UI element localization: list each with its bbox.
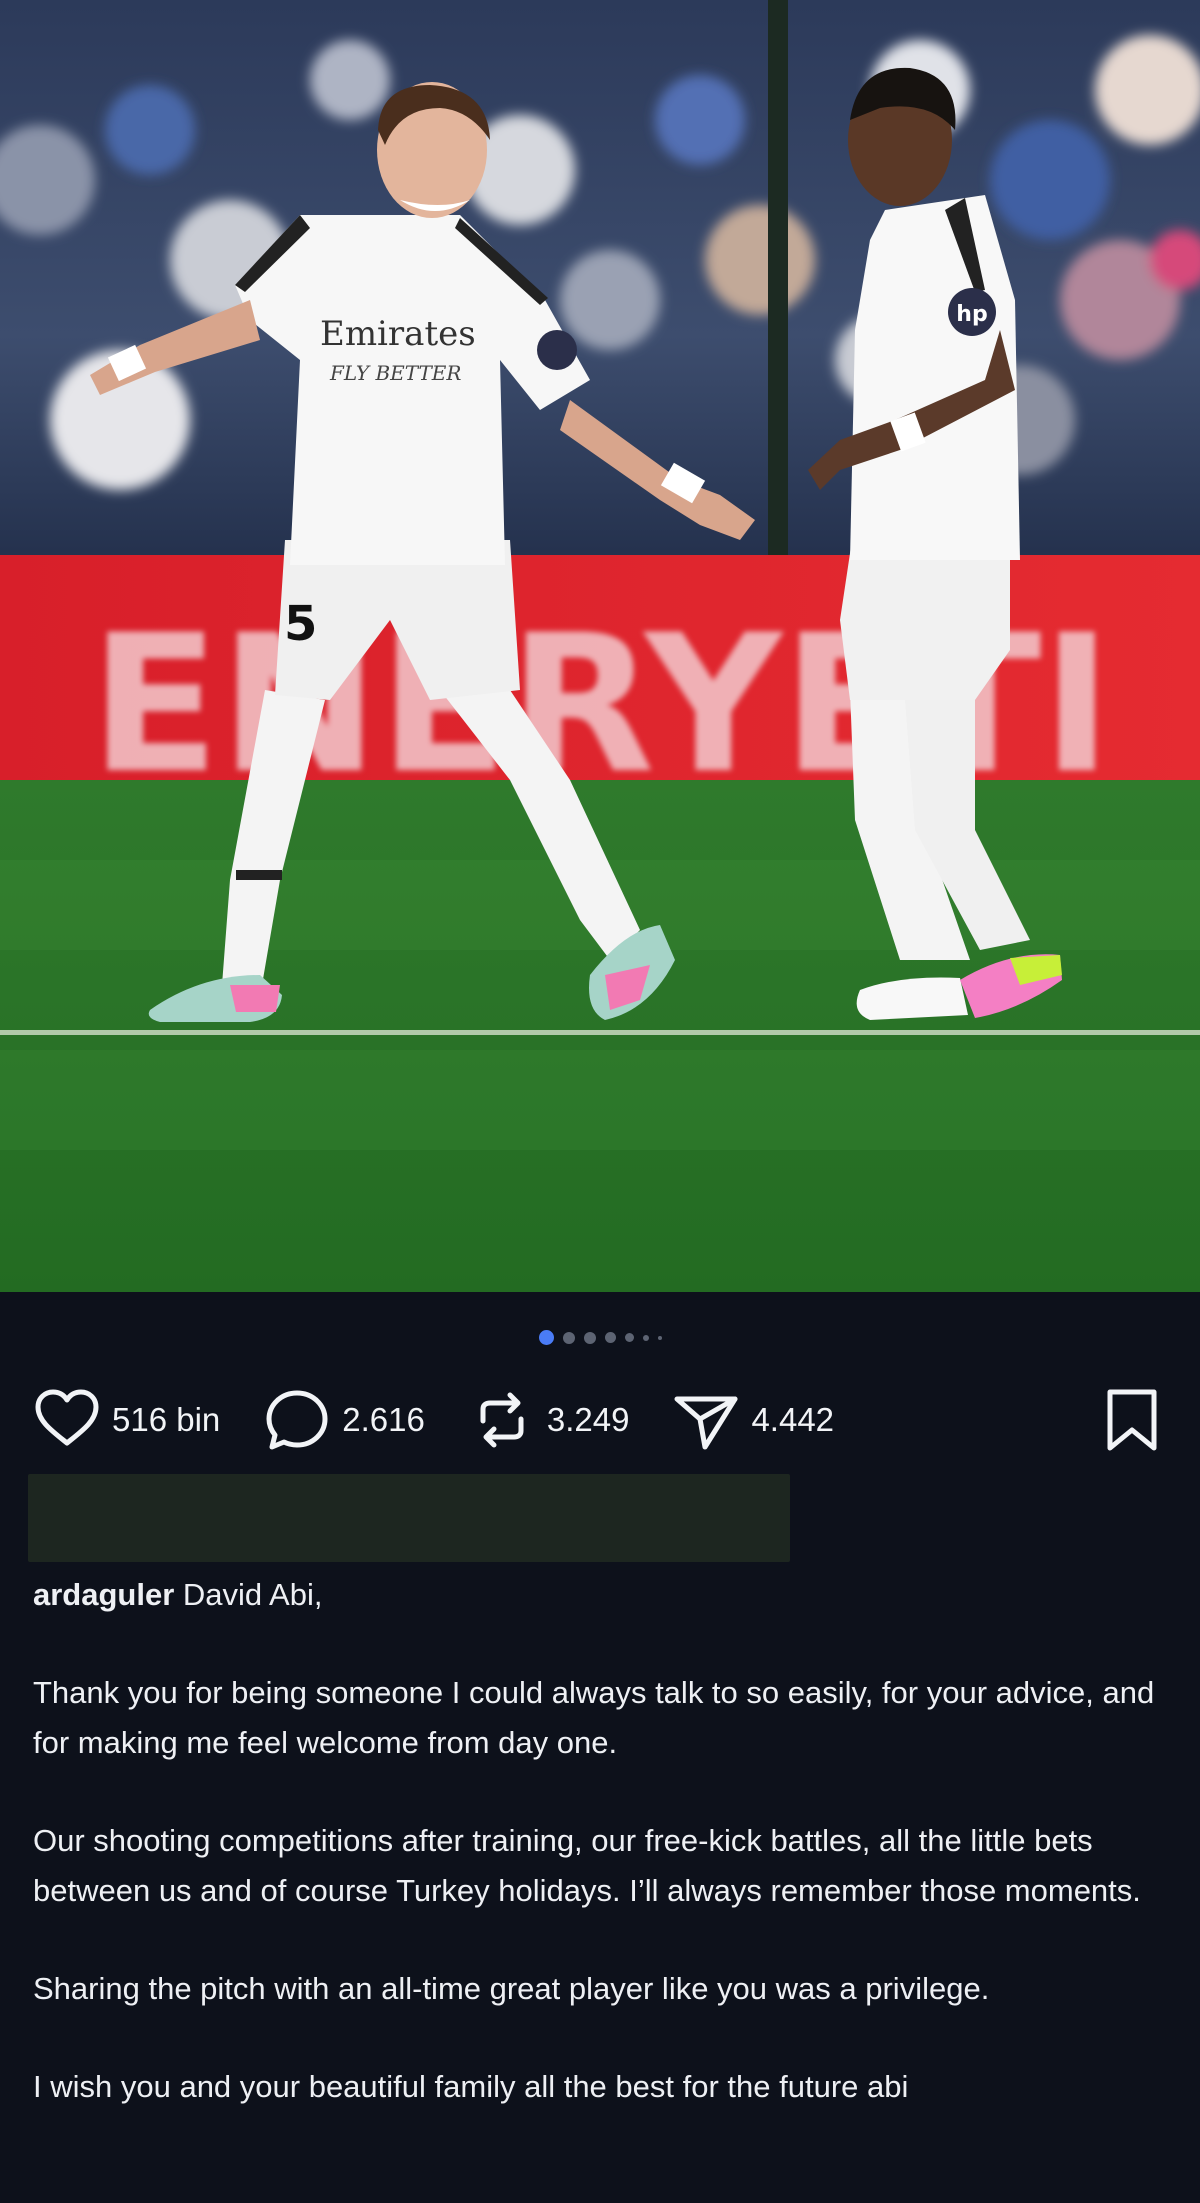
carousel-dot[interactable] [604,1332,616,1343]
post-caption: ardaguler David Abi, Thank you for being… [33,1570,1168,2160]
post-photo[interactable]: ENERYETI 5 Emirates FLY BETTER hp [0,0,1200,1292]
carousel-dot[interactable] [642,1334,649,1341]
carousel-dot[interactable] [562,1331,575,1344]
shirt-badge: hp [956,302,987,327]
caption-greeting: David Abi, [174,1577,323,1612]
caption-first-line: ardaguler David Abi, [33,1570,1168,1620]
comment-count: 2.616 [342,1401,425,1438]
carousel-indicator [0,1330,1200,1345]
heart-icon [35,1389,99,1446]
photo-scene: ENERYETI 5 Emirates FLY BETTER hp [0,0,1200,1292]
comment-bubble-icon [266,1390,328,1450]
caption-username[interactable]: ardaguler [33,1577,174,1612]
pitch-line [0,1030,1200,1035]
share-button[interactable]: 4.442 [671,1385,834,1455]
like-count: 516 bin [112,1401,221,1438]
sponsor-subtext: FLY BETTER [329,361,461,385]
carousel-dot[interactable] [624,1333,634,1342]
redacted-block [28,1474,790,1562]
jersey-number: 5 [284,596,317,652]
carousel-dot[interactable] [657,1335,662,1340]
like-button[interactable]: 516 bin [32,1385,220,1455]
comment-button[interactable]: 2.616 [262,1385,425,1455]
bookmark-icon[interactable] [1100,1386,1164,1454]
repost-icon [480,1392,524,1448]
repost-button[interactable]: 3.249 [467,1385,630,1455]
caption-paragraph: Sharing the pitch with an all-time great… [33,1971,990,2006]
caption-paragraph: Thank you for being someone I could alwa… [33,1675,1155,1760]
carousel-dot[interactable] [583,1331,596,1344]
carousel-dot-active[interactable] [538,1330,554,1345]
share-count: 4.442 [751,1401,835,1438]
caption-paragraph: Our shooting competitions after training… [33,1823,1141,1908]
sponsor-text: Emirates [320,314,476,354]
repost-count: 3.249 [546,1401,630,1438]
caption-paragraph: I wish you and your beautiful family all… [33,2069,909,2104]
post-action-bar: 516 bin 2.616 3.249 4.442 [32,1380,1172,1460]
send-icon [674,1396,738,1450]
